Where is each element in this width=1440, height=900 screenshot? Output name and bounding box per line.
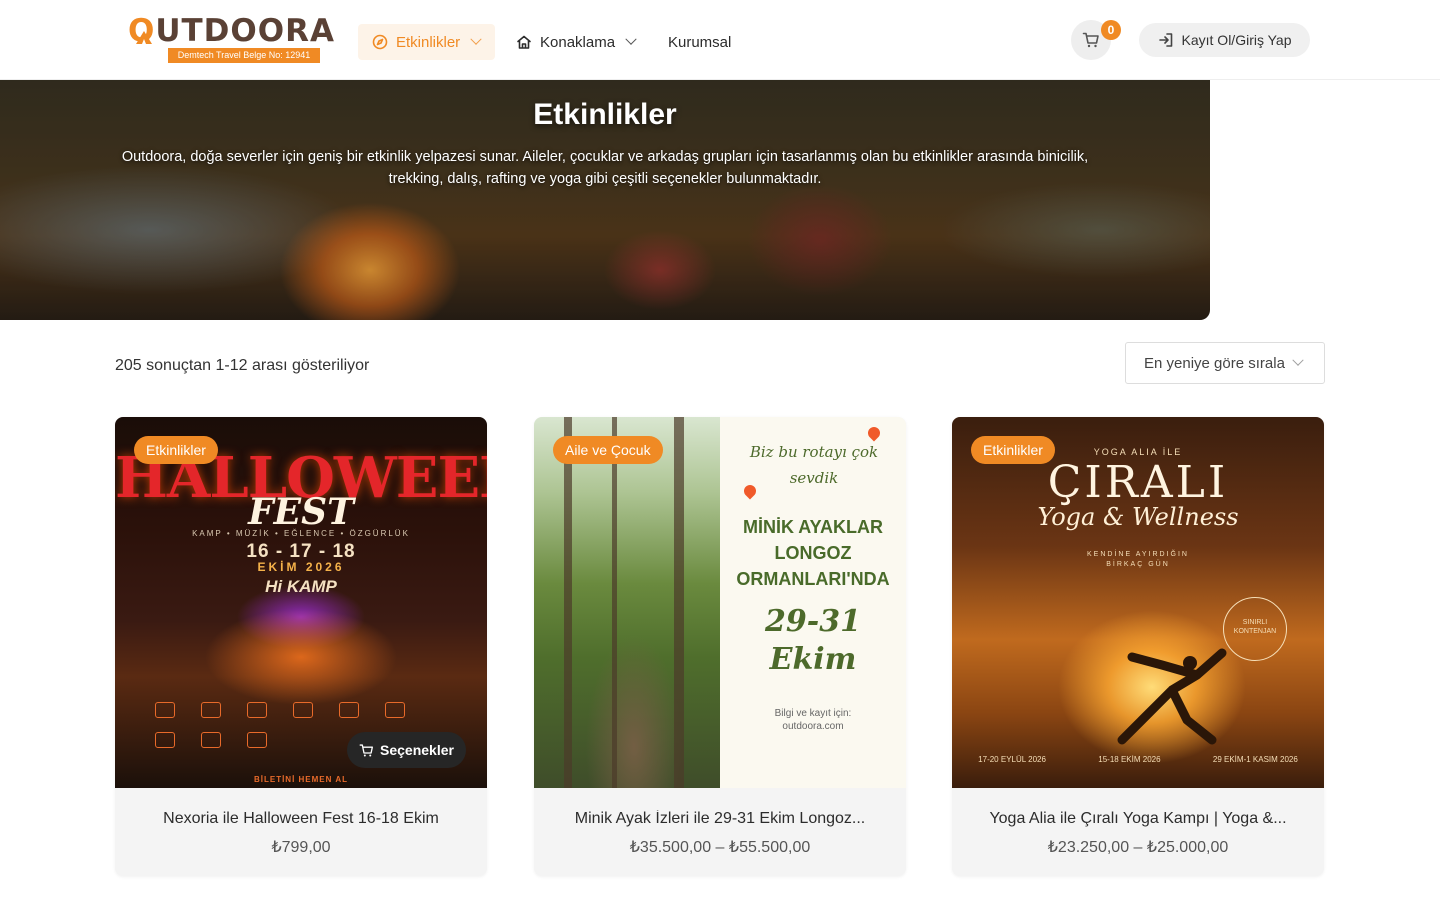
yoga-silhouette (1117, 648, 1227, 745)
compass-icon (372, 34, 388, 50)
product-image[interactable]: HALLOWEEN FEST KAMP • MÜZİK • EĞLENCE • … (115, 417, 487, 788)
product-title[interactable]: Minik Ayak İzleri ile 29-31 Ekim Longoz.… (534, 810, 906, 828)
yoga-poster: YOGA ALIA İLE ÇIRALI Yoga & Wellness KEN… (952, 417, 1324, 788)
nav-corporate[interactable]: Kurumsal (668, 24, 731, 60)
nav-lodging-label: Konaklama (540, 33, 616, 51)
product-card[interactable]: HALLOWEEN FEST KAMP • MÜZİK • EĞLENCE • … (115, 417, 487, 876)
hero-banner: Etkinlikler Outdoora, doğa severler için… (0, 80, 1210, 320)
nav-events[interactable]: Etkinlikler (358, 24, 495, 60)
poster-seal: SINIRLI KONTENJAN (1223, 597, 1287, 661)
login-label: Kayıt Ol/Giriş Yap (1181, 32, 1292, 48)
product-price: ₺35.500,00 – ₺55.500,00 (629, 839, 811, 856)
nav-corporate-label: Kurumsal (668, 33, 732, 51)
poster-script: Yoga & Wellness (1037, 503, 1239, 531)
site-header: OUTDOORA Demtech Travel Belge No: 12941 … (0, 0, 1440, 80)
product-card[interactable]: YOGA ALIA İLE ÇIRALI Yoga & Wellness KEN… (952, 417, 1324, 876)
nav-events-label: Etkinlikler (396, 33, 461, 51)
poster-dates: 17-20 EYLÜL 2026 15-18 EKİM 2026 29 EKİM… (978, 755, 1298, 764)
logo-license-ribbon: Demtech Travel Belge No: 12941 (168, 48, 320, 63)
sort-dropdown-value: En yeniye göre sırala (1144, 354, 1285, 372)
poster-headline: MİNİK AYAKLAR LONGOZ ORMANLARI'NDA (736, 517, 890, 589)
product-image[interactable]: Biz bu rotayı çok sevdik MİNİK AYAKLAR L… (534, 417, 906, 788)
cart-icon (1082, 32, 1099, 48)
category-badge: Etkinlikler (971, 436, 1055, 464)
login-register-button[interactable]: Kayıt Ol/Giriş Yap (1139, 23, 1310, 57)
poster-script: Biz bu rotayı çok sevdik (749, 443, 879, 487)
chevron-down-icon (1292, 354, 1304, 366)
result-count: 205 sonuçtan 1-12 arası gösteriliyor (115, 357, 370, 374)
poster-subtitle: KENDİNE AYIRDIĞIN BİRKAÇ GÜN (1087, 551, 1189, 568)
product-card[interactable]: Biz bu rotayı çok sevdik MİNİK AYAKLAR L… (534, 417, 906, 876)
poster-panel: Biz bu rotayı çok sevdik MİNİK AYAKLAR L… (720, 417, 906, 788)
login-icon (1158, 33, 1172, 47)
poster-info: Bilgi ve kayıt için: outdoora.com (774, 708, 852, 732)
poster-tagline: KAMP • MÜZİK • EĞLENCE • ÖZGÜRLÜK (192, 529, 410, 538)
forest-photo (534, 417, 720, 788)
product-title[interactable]: Nexoria ile Halloween Fest 16-18 Ekim (115, 810, 487, 828)
poster-fest: FEST (248, 491, 354, 533)
sort-dropdown[interactable]: En yeniye göre sırala (1125, 342, 1325, 384)
hero-description: Outdoora, doğa severler için geniş bir e… (121, 149, 1089, 187)
poster-month: EKİM 2026 (257, 560, 345, 574)
chevron-down-icon (470, 33, 482, 45)
logo[interactable]: OUTDOORA Demtech Travel Belge No: 12941 (128, 14, 334, 64)
cart-icon (359, 743, 374, 756)
poster-bottom-text: BİLETİNİ HEMEN AL (253, 775, 349, 784)
poster-place: Hi KAMP (265, 577, 337, 596)
chevron-down-icon (625, 33, 637, 45)
poster-dates: 29-31 Ekim (765, 604, 861, 677)
category-badge: Aile ve Çocuk (553, 436, 663, 464)
product-image[interactable]: YOGA ALIA İLE ÇIRALI Yoga & Wellness KEN… (952, 417, 1324, 788)
logo-wordmark: OUTDOORA (128, 13, 335, 49)
options-button-label: Seçenekler (380, 742, 454, 758)
cart-count-badge: 0 (1101, 20, 1121, 40)
page-title: Etkinlikler (533, 98, 677, 131)
category-badge: Etkinlikler (134, 436, 218, 464)
product-price: ₺23.250,00 – ₺25.000,00 (1047, 839, 1229, 856)
product-title[interactable]: Yoga Alia ile Çıralı Yoga Kampı | Yoga &… (952, 810, 1324, 828)
tent-icon (136, 31, 152, 44)
product-price: ₺799,00 (271, 839, 331, 856)
home-icon (517, 35, 531, 49)
options-button[interactable]: Seçenekler (347, 732, 466, 768)
poster-headline: ÇIRALI (1047, 457, 1229, 508)
nav-lodging[interactable]: Konaklama (516, 24, 637, 60)
